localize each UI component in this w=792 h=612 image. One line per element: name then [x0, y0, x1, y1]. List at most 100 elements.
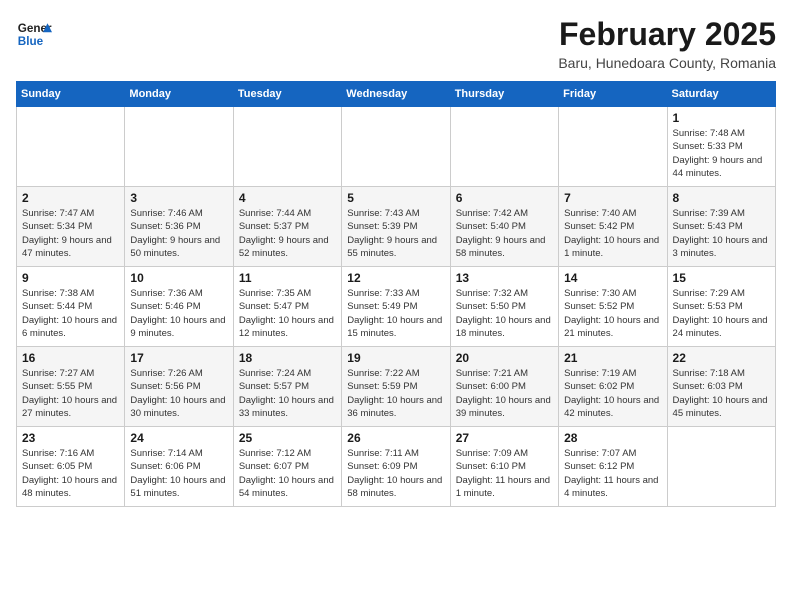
day-info: Sunrise: 7:48 AMSunset: 5:33 PMDaylight:…	[673, 127, 770, 180]
day-number: 28	[564, 431, 661, 445]
calendar-cell: 25 Sunrise: 7:12 AMSunset: 6:07 PMDayligh…	[233, 427, 341, 507]
week-row-4: 23 Sunrise: 7:16 AMSunset: 6:05 PMDayligh…	[17, 427, 776, 507]
calendar-cell: 3 Sunrise: 7:46 AMSunset: 5:36 PMDaylight…	[125, 187, 233, 267]
day-number: 18	[239, 351, 336, 365]
calendar-title: February 2025	[558, 16, 776, 53]
day-number: 7	[564, 191, 661, 205]
week-row-2: 9 Sunrise: 7:38 AMSunset: 5:44 PMDaylight…	[17, 267, 776, 347]
day-number: 17	[130, 351, 227, 365]
day-info: Sunrise: 7:14 AMSunset: 6:06 PMDaylight:…	[130, 447, 227, 500]
day-number: 4	[239, 191, 336, 205]
day-number: 25	[239, 431, 336, 445]
calendar-cell: 13 Sunrise: 7:32 AMSunset: 5:50 PMDayligh…	[450, 267, 558, 347]
header-monday: Monday	[125, 82, 233, 107]
day-number: 19	[347, 351, 444, 365]
calendar-cell	[450, 107, 558, 187]
day-number: 11	[239, 271, 336, 285]
day-info: Sunrise: 7:18 AMSunset: 6:03 PMDaylight:…	[673, 367, 770, 420]
day-info: Sunrise: 7:42 AMSunset: 5:40 PMDaylight:…	[456, 207, 553, 260]
day-number: 5	[347, 191, 444, 205]
day-info: Sunrise: 7:39 AMSunset: 5:43 PMDaylight:…	[673, 207, 770, 260]
calendar-cell: 10Sunrise: 7:36 AMSunset: 5:46 PMDayligh…	[125, 267, 233, 347]
header-tuesday: Tuesday	[233, 82, 341, 107]
calendar-cell: 1 Sunrise: 7:48 AMSunset: 5:33 PMDaylight…	[667, 107, 775, 187]
day-info: Sunrise: 7:27 AMSunset: 5:55 PMDaylight:…	[22, 367, 119, 420]
calendar-cell: 18 Sunrise: 7:24 AMSunset: 5:57 PMDayligh…	[233, 347, 341, 427]
day-number: 6	[456, 191, 553, 205]
calendar-table: SundayMondayTuesdayWednesdayThursdayFrid…	[16, 81, 776, 507]
calendar-cell	[667, 427, 775, 507]
calendar-cell	[559, 107, 667, 187]
day-number: 23	[22, 431, 119, 445]
calendar-cell: 12Sunrise: 7:33 AMSunset: 5:49 PMDayligh…	[342, 267, 450, 347]
calendar-cell: 6 Sunrise: 7:42 AMSunset: 5:40 PMDaylight…	[450, 187, 558, 267]
day-number: 27	[456, 431, 553, 445]
calendar-cell: 9 Sunrise: 7:38 AMSunset: 5:44 PMDaylight…	[17, 267, 125, 347]
calendar-subtitle: Baru, Hunedoara County, Romania	[558, 55, 776, 71]
day-number: 24	[130, 431, 227, 445]
day-number: 20	[456, 351, 553, 365]
calendar-cell	[125, 107, 233, 187]
week-row-3: 16 Sunrise: 7:27 AMSunset: 5:55 PMDayligh…	[17, 347, 776, 427]
header-thursday: Thursday	[450, 82, 558, 107]
day-info: Sunrise: 7:12 AMSunset: 6:07 PMDaylight:…	[239, 447, 336, 500]
calendar-cell	[342, 107, 450, 187]
day-number: 26	[347, 431, 444, 445]
day-number: 2	[22, 191, 119, 205]
day-number: 3	[130, 191, 227, 205]
day-info: Sunrise: 7:33 AMSunset: 5:49 PMDaylight:…	[347, 287, 444, 340]
calendar-cell: 7 Sunrise: 7:40 AMSunset: 5:42 PMDaylight…	[559, 187, 667, 267]
calendar-cell: 14Sunrise: 7:30 AMSunset: 5:52 PMDayligh…	[559, 267, 667, 347]
calendar-cell: 20Sunrise: 7:21 AMSunset: 6:00 PMDayligh…	[450, 347, 558, 427]
day-info: Sunrise: 7:29 AMSunset: 5:53 PMDaylight:…	[673, 287, 770, 340]
day-info: Sunrise: 7:38 AMSunset: 5:44 PMDaylight:…	[22, 287, 119, 340]
week-row-0: 1 Sunrise: 7:48 AMSunset: 5:33 PMDaylight…	[17, 107, 776, 187]
day-number: 15	[673, 271, 770, 285]
day-info: Sunrise: 7:36 AMSunset: 5:46 PMDaylight:…	[130, 287, 227, 340]
calendar-cell: 16 Sunrise: 7:27 AMSunset: 5:55 PMDayligh…	[17, 347, 125, 427]
logo-icon: General Blue	[16, 16, 52, 52]
day-info: Sunrise: 7:16 AMSunset: 6:05 PMDaylight:…	[22, 447, 119, 500]
header-wednesday: Wednesday	[342, 82, 450, 107]
day-info: Sunrise: 7:44 AMSunset: 5:37 PMDaylight:…	[239, 207, 336, 260]
calendar-cell	[17, 107, 125, 187]
day-info: Sunrise: 7:43 AMSunset: 5:39 PMDaylight:…	[347, 207, 444, 260]
day-number: 8	[673, 191, 770, 205]
day-info: Sunrise: 7:46 AMSunset: 5:36 PMDaylight:…	[130, 207, 227, 260]
day-number: 1	[673, 111, 770, 125]
calendar-cell: 23 Sunrise: 7:16 AMSunset: 6:05 PMDayligh…	[17, 427, 125, 507]
calendar-cell: 11 Sunrise: 7:35 AMSunset: 5:47 PMDayligh…	[233, 267, 341, 347]
day-info: Sunrise: 7:47 AMSunset: 5:34 PMDaylight:…	[22, 207, 119, 260]
calendar-cell: 22Sunrise: 7:18 AMSunset: 6:03 PMDayligh…	[667, 347, 775, 427]
day-number: 9	[22, 271, 119, 285]
logo: General Blue	[16, 16, 52, 52]
day-info: Sunrise: 7:07 AMSunset: 6:12 PMDaylight:…	[564, 447, 661, 500]
calendar-cell: 17 Sunrise: 7:26 AMSunset: 5:56 PMDayligh…	[125, 347, 233, 427]
day-info: Sunrise: 7:26 AMSunset: 5:56 PMDaylight:…	[130, 367, 227, 420]
calendar-cell: 21 Sunrise: 7:19 AMSunset: 6:02 PMDayligh…	[559, 347, 667, 427]
days-header-row: SundayMondayTuesdayWednesdayThursdayFrid…	[17, 82, 776, 107]
day-number: 13	[456, 271, 553, 285]
day-info: Sunrise: 7:32 AMSunset: 5:50 PMDaylight:…	[456, 287, 553, 340]
svg-text:Blue: Blue	[18, 35, 44, 48]
calendar-cell: 26 Sunrise: 7:11 AMSunset: 6:09 PMDayligh…	[342, 427, 450, 507]
day-info: Sunrise: 7:19 AMSunset: 6:02 PMDaylight:…	[564, 367, 661, 420]
week-row-1: 2 Sunrise: 7:47 AMSunset: 5:34 PMDaylight…	[17, 187, 776, 267]
calendar-cell: 28 Sunrise: 7:07 AMSunset: 6:12 PMDayligh…	[559, 427, 667, 507]
day-info: Sunrise: 7:35 AMSunset: 5:47 PMDaylight:…	[239, 287, 336, 340]
day-info: Sunrise: 7:09 AMSunset: 6:10 PMDaylight:…	[456, 447, 553, 500]
header: General Blue February 2025 Baru, Hunedoa…	[16, 16, 776, 71]
day-info: Sunrise: 7:22 AMSunset: 5:59 PMDaylight:…	[347, 367, 444, 420]
header-friday: Friday	[559, 82, 667, 107]
title-area: February 2025 Baru, Hunedoara County, Ro…	[558, 16, 776, 71]
day-number: 16	[22, 351, 119, 365]
day-info: Sunrise: 7:11 AMSunset: 6:09 PMDaylight:…	[347, 447, 444, 500]
day-info: Sunrise: 7:40 AMSunset: 5:42 PMDaylight:…	[564, 207, 661, 260]
calendar-cell: 19 Sunrise: 7:22 AMSunset: 5:59 PMDayligh…	[342, 347, 450, 427]
day-number: 21	[564, 351, 661, 365]
day-info: Sunrise: 7:24 AMSunset: 5:57 PMDaylight:…	[239, 367, 336, 420]
day-info: Sunrise: 7:30 AMSunset: 5:52 PMDaylight:…	[564, 287, 661, 340]
calendar-cell: 8 Sunrise: 7:39 AMSunset: 5:43 PMDaylight…	[667, 187, 775, 267]
calendar-cell: 5 Sunrise: 7:43 AMSunset: 5:39 PMDaylight…	[342, 187, 450, 267]
header-sunday: Sunday	[17, 82, 125, 107]
